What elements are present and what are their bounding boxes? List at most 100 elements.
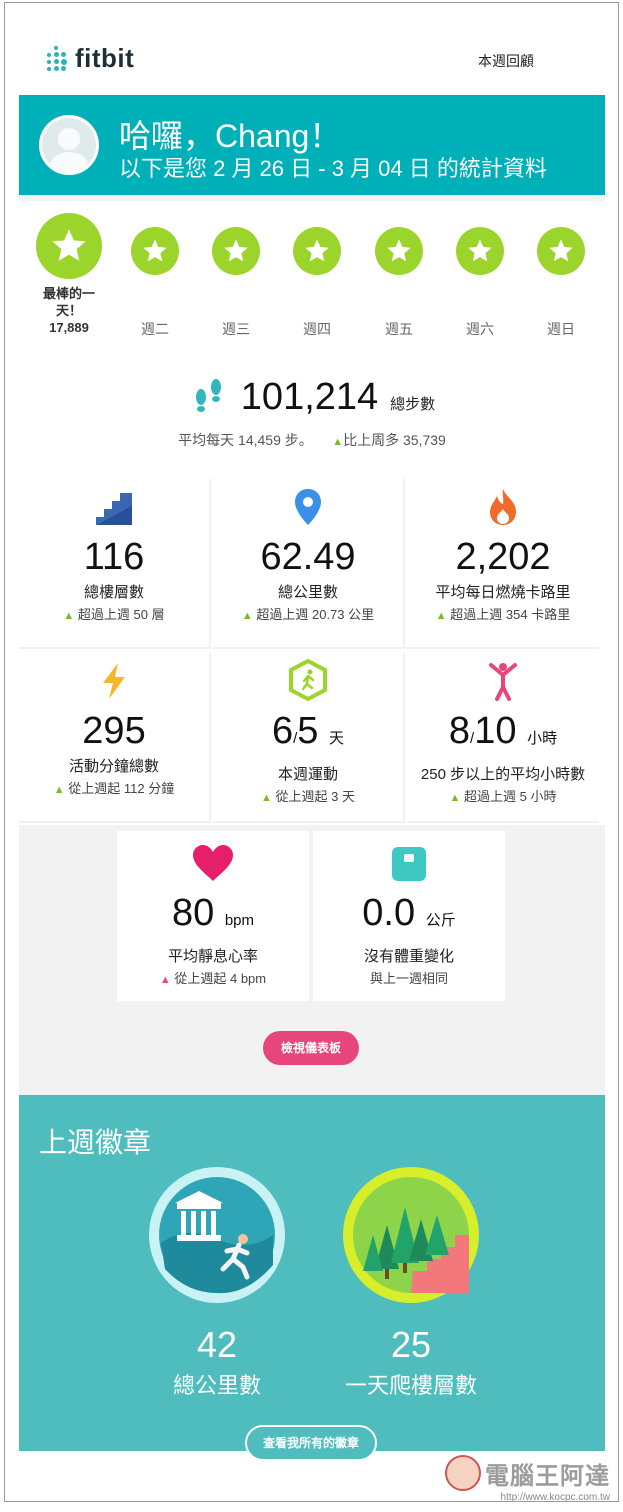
star-icon bbox=[212, 227, 260, 275]
best-day-label: 最棒的一 天！ 17,889 bbox=[42, 286, 95, 335]
fitbit-dots-icon bbox=[43, 45, 69, 72]
stat-title: 本週運動 bbox=[277, 766, 338, 783]
stat-delta: ▲ 超過上週 50 層 bbox=[63, 607, 165, 622]
forest-badge-icon bbox=[341, 1165, 481, 1310]
badge-label: 總公里數 bbox=[172, 1373, 261, 1398]
star-day-sun: 週日 bbox=[521, 209, 601, 339]
badge-distance: 42 總公里數 bbox=[147, 1165, 287, 1400]
fitbit-logo[interactable]: fitbit bbox=[43, 43, 134, 74]
stat-title: 沒有體重變化 bbox=[363, 948, 454, 965]
up-arrow-icon: ▲ bbox=[159, 974, 171, 986]
star-day-wed: 週三 bbox=[196, 209, 276, 339]
badge-value: 42 bbox=[196, 1324, 238, 1365]
up-arrow-icon: ▲ bbox=[63, 610, 75, 622]
up-arrow-icon: ▲ bbox=[332, 436, 344, 448]
badge-value: 25 bbox=[390, 1324, 432, 1365]
stat-hourly-activity: 8/10 小時 250 步以上的平均小時數 ▲ 超過上週 5 小時 bbox=[407, 653, 599, 823]
stat-title: 平均靜息心率 bbox=[167, 948, 258, 965]
health-section: 80 bpm 平均靜息心率 ▲ 從上週起 4 bpm 0.0 公斤 沒有體重變化… bbox=[19, 825, 605, 1095]
stat-active-minutes: 295 活動分鐘總數 ▲ 從上週起 112 分鐘 bbox=[19, 653, 211, 823]
best-day-star: 最棒的一 天！ 17,889 bbox=[29, 209, 109, 336]
stat-title: 活動分鐘總數 bbox=[68, 758, 159, 775]
stat-value: 116 bbox=[83, 536, 145, 578]
view-all-badges-button[interactable]: 查看我所有的徽章 bbox=[245, 1425, 377, 1461]
badge-label: 一天爬樓層數 bbox=[344, 1373, 477, 1398]
watermark-url: http://www.kocpc.com.tw bbox=[500, 1492, 610, 1502]
scale-icon bbox=[313, 831, 505, 891]
star-icon bbox=[537, 227, 585, 275]
star-icon bbox=[36, 213, 102, 279]
map-pin-icon bbox=[213, 479, 403, 535]
star-day-tue: 週二 bbox=[115, 209, 195, 339]
stat-delta: 與上一週相同 bbox=[369, 971, 448, 986]
steps-summary: 101,214 總步數 平均每天 14,459 步。 ▲比上周多 35,739 bbox=[19, 375, 605, 475]
up-arrow-icon: ▲ bbox=[261, 792, 272, 804]
stairs-icon bbox=[19, 479, 209, 535]
stat-title: 總樓層數 bbox=[83, 584, 144, 601]
total-steps: 101,214 bbox=[240, 376, 379, 418]
stat-value: 2,202 bbox=[455, 536, 551, 578]
up-arrow-icon: ▲ bbox=[435, 610, 447, 622]
stat-delta: ▲ 超過上週 5 小時 bbox=[449, 789, 557, 804]
view-dashboard-button[interactable]: 檢視儀表板 bbox=[263, 1031, 359, 1065]
stat-title: 250 步以上的平均小時數 bbox=[420, 766, 586, 783]
top-bar: fitbit 本週回顧 bbox=[5, 3, 618, 95]
day-label: 週二 bbox=[141, 321, 169, 337]
stat-value: 0.0 公斤 bbox=[362, 892, 456, 934]
badge-floors: 25 一天爬樓層數 bbox=[341, 1165, 481, 1400]
day-label: 週三 bbox=[222, 321, 250, 337]
stat-floors: 116 總樓層數 ▲ 超過上週 50 層 bbox=[19, 479, 211, 649]
star-icon bbox=[293, 227, 341, 275]
mascot-icon bbox=[445, 1455, 481, 1491]
up-arrow-icon: ▲ bbox=[53, 784, 65, 796]
star-icon bbox=[131, 227, 179, 275]
stat-resting-heart-rate: 80 bpm 平均靜息心率 ▲ 從上週起 4 bpm bbox=[117, 831, 309, 1001]
steps-compare: 比上周多 35,739 bbox=[343, 432, 446, 448]
greeting-banner: 哈囉，Chang！ 以下是您 2 月 26 日 - 3 月 04 日 的統計資料 bbox=[19, 95, 605, 195]
daily-star-row: 最棒的一 天！ 17,889 週二 週三 週四 週五 週六 週日 bbox=[19, 209, 605, 361]
star-day-fri: 週五 bbox=[359, 209, 439, 339]
footsteps-icon bbox=[189, 375, 229, 420]
exercise-icon bbox=[213, 653, 403, 709]
marathon-badge-icon bbox=[147, 1165, 287, 1310]
star-icon bbox=[456, 227, 504, 275]
avg-steps: 平均每天 14,459 步。 bbox=[178, 432, 313, 448]
stat-title: 平均每日燃燒卡路里 bbox=[435, 584, 571, 601]
steps-subline: 平均每天 14,459 步。 ▲比上周多 35,739 bbox=[19, 430, 605, 450]
date-range-subtitle: 以下是您 2 月 26 日 - 3 月 04 日 的統計資料 bbox=[119, 156, 547, 181]
up-arrow-icon: ▲ bbox=[449, 792, 461, 804]
stat-value: 295 bbox=[82, 710, 146, 752]
stat-delta: ▲ 從上週起 112 分鐘 bbox=[53, 781, 175, 796]
brand-name: fitbit bbox=[75, 43, 135, 73]
stat-value: 6/5 天 bbox=[271, 710, 345, 752]
star-icon bbox=[375, 227, 423, 275]
avatar bbox=[39, 115, 99, 175]
stat-weight: 0.0 公斤 沒有體重變化 與上一週相同 bbox=[313, 831, 505, 1001]
stat-value: 62.49 bbox=[260, 536, 356, 578]
day-label: 週日 bbox=[547, 321, 575, 337]
flame-icon bbox=[407, 479, 599, 535]
star-day-thu: 週四 bbox=[277, 209, 357, 339]
watermark-text: 電腦王阿達 bbox=[485, 1462, 610, 1490]
day-label: 週五 bbox=[385, 321, 413, 337]
stat-distance: 62.49 總公里數 ▲ 超過上週 20.73 公里 bbox=[213, 479, 405, 649]
week-review-link[interactable]: 本週回顧 bbox=[478, 51, 534, 71]
stat-title: 總公里數 bbox=[277, 584, 338, 601]
watermark: 電腦王阿達 http://www.kocpc.com.tw bbox=[445, 1455, 610, 1501]
heart-icon bbox=[117, 831, 309, 891]
stat-delta: ▲ 從上週起 4 bpm bbox=[159, 971, 267, 986]
up-arrow-icon: ▲ bbox=[241, 610, 253, 622]
email-frame: fitbit 本週回顧 哈囉，Chang！ 以下是您 2 月 26 日 - 3 … bbox=[4, 2, 619, 1502]
stat-exercise-days: 6/5 天 本週運動 ▲ 從上週起 3 天 bbox=[213, 653, 405, 823]
stat-delta: ▲ 超過上週 20.73 公里 bbox=[241, 607, 375, 622]
badges-title: 上週徽章 bbox=[39, 1127, 152, 1158]
star-day-sat: 週六 bbox=[440, 209, 520, 339]
stat-delta: ▲ 超過上週 354 卡路里 bbox=[435, 607, 571, 622]
day-label: 週六 bbox=[466, 321, 494, 337]
divider bbox=[19, 195, 605, 201]
person-icon bbox=[407, 653, 599, 709]
stat-value: 80 bpm bbox=[171, 892, 255, 934]
day-label: 週四 bbox=[303, 321, 331, 337]
badges-section: 上週徽章 42 總公里數 25 一天爬樓層數 查看我所有的徽章 bbox=[19, 1095, 605, 1461]
stat-calories: 2,202 平均每日燃燒卡路里 ▲ 超過上週 354 卡路里 bbox=[407, 479, 599, 649]
